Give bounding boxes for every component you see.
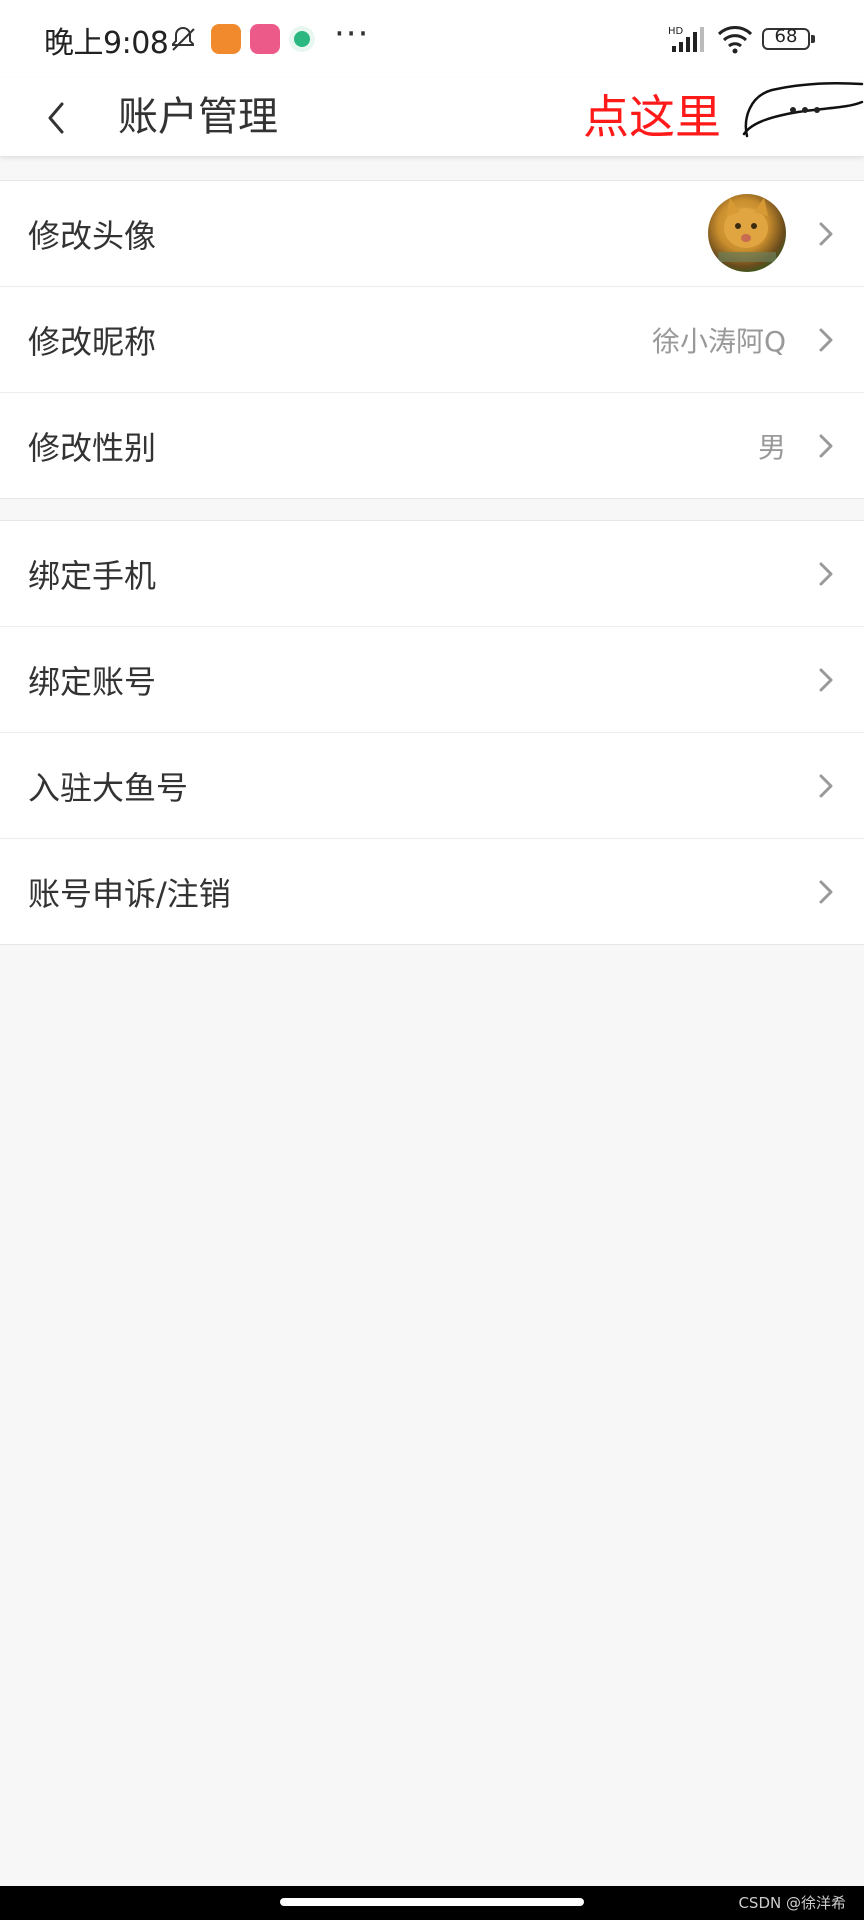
back-arrow-icon[interactable]	[42, 96, 72, 140]
uc-browser-icon	[211, 24, 241, 54]
avatar	[708, 194, 786, 272]
home-indicator[interactable]	[280, 1898, 584, 1906]
row-label: 修改头像	[28, 216, 157, 255]
chevron-right-icon	[819, 774, 833, 798]
page-title: 账户管理	[118, 94, 278, 140]
system-nav-bar: CSDN @徐洋希	[0, 1886, 864, 1920]
mute-bell-icon	[172, 26, 195, 51]
cell-signal-icon: HD	[668, 26, 704, 52]
status-time: 晚上9:08	[44, 26, 169, 61]
row-label: 绑定账号	[28, 662, 157, 701]
more-options-button[interactable]	[772, 88, 838, 132]
chevron-right-icon	[819, 434, 833, 458]
row-label: 绑定手机	[28, 556, 157, 595]
chevron-right-icon	[819, 328, 833, 352]
chevron-right-icon	[819, 880, 833, 904]
row-account-appeal[interactable]: 账号申诉/注销	[0, 839, 864, 944]
wifi-icon	[717, 26, 753, 54]
app-notification-icon	[250, 24, 280, 54]
chevron-right-icon	[819, 562, 833, 586]
profile-settings-group: 修改头像 修改昵称 徐小涛阿Q 修改性别 男	[0, 180, 864, 499]
green-app-icon	[289, 26, 315, 52]
row-bind-phone[interactable]: 绑定手机	[0, 521, 864, 627]
row-change-nickname[interactable]: 修改昵称 徐小涛阿Q	[0, 287, 864, 393]
annotation-label: 点这里	[583, 90, 721, 144]
row-label: 修改昵称	[28, 322, 157, 361]
row-bind-account[interactable]: 绑定账号	[0, 627, 864, 733]
cat-photo	[718, 198, 776, 262]
row-label: 账号申诉/注销	[28, 874, 231, 913]
status-bar: 晚上9:08 ··· HD 68	[0, 0, 864, 78]
nickname-value: 徐小涛阿Q	[651, 324, 786, 358]
watermark: CSDN @徐洋希	[738, 1894, 846, 1912]
battery-icon: 68	[762, 26, 815, 50]
network-type-label: HD	[668, 26, 684, 37]
more-dot-icon	[814, 107, 820, 113]
row-join-dayu[interactable]: 入驻大鱼号	[0, 733, 864, 839]
row-change-avatar[interactable]: 修改头像	[0, 181, 864, 287]
row-change-gender[interactable]: 修改性别 男	[0, 393, 864, 498]
chevron-right-icon	[819, 668, 833, 692]
row-label: 修改性别	[28, 428, 157, 467]
battery-level: 68	[774, 26, 798, 47]
gender-value: 男	[757, 430, 786, 464]
nav-bar: 账户管理 点这里	[0, 78, 864, 156]
status-more-icon: ···	[334, 14, 370, 54]
account-binding-group: 绑定手机 绑定账号 入驻大鱼号 账号申诉/注销	[0, 520, 864, 945]
more-dot-icon	[802, 107, 808, 113]
chevron-right-icon	[819, 222, 833, 246]
more-dot-icon	[790, 107, 796, 113]
row-label: 入驻大鱼号	[28, 768, 189, 807]
